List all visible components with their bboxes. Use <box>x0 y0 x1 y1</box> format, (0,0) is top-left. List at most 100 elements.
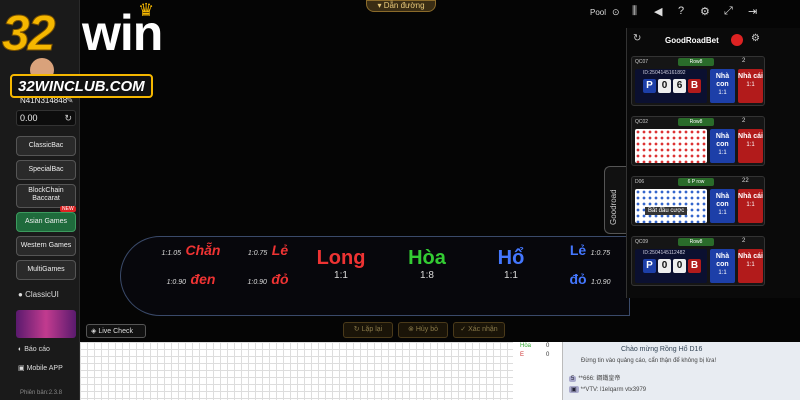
stat-e-label: E <box>520 352 525 358</box>
row-badge: 6 P row <box>678 178 714 186</box>
bet-do-left[interactable]: 1:0.90 đỏ <box>233 271 303 289</box>
clock-icon[interactable]: ⊙ <box>612 7 620 18</box>
chat-level-tag: 5 <box>569 376 577 382</box>
count: 2 <box>742 58 746 64</box>
long-label: Long <box>316 247 366 269</box>
bet-banker-button[interactable]: Nhà cái 1:1 <box>738 69 763 103</box>
sidebar-item-asian-games[interactable]: Asian Games <box>16 212 76 232</box>
score-screen: ID:2504145161892 P 0 6 B <box>635 69 707 103</box>
route-label: Dẫn đường <box>383 1 425 10</box>
expand-icon[interactable]: ⤢ <box>724 5 733 18</box>
game-screen: N41N314848 ✎ 0.00 ↻ ClassicBac SpecialBa… <box>0 0 800 400</box>
chart-icon[interactable]: ⫼ <box>632 5 637 18</box>
banker-label: B <box>688 79 701 93</box>
help-icon[interactable]: ? <box>678 5 684 17</box>
bet-player-button[interactable]: Nhà con 1:1 <box>710 189 735 223</box>
logout-icon[interactable]: ⇥ <box>748 5 757 18</box>
chat-avatar-icon: ▣ <box>569 386 579 393</box>
live-check-label: Live Check <box>98 328 133 335</box>
record-icon[interactable] <box>731 34 743 46</box>
goodroad-card[interactable]: QC07 Row8 2 ID:2504145161892 P 0 6 B Nhà… <box>631 56 765 106</box>
ho-label: Hổ <box>497 247 525 269</box>
hoa-ratio: 1:8 <box>420 270 434 281</box>
gear-icon[interactable]: ⚙ <box>700 5 710 18</box>
chan-label: Chẵn <box>185 242 221 258</box>
goodroad-tab[interactable]: Goodroad <box>604 166 626 234</box>
round-id: ID:2504145112482 <box>643 250 686 256</box>
banker-bet-label: Nhà cái <box>738 73 763 80</box>
row-badge: Row8 <box>678 58 714 66</box>
replay-button[interactable]: ↻ Lặp lại <box>343 322 393 338</box>
bet-banker-button[interactable]: Nhà cái 1:1 <box>738 249 763 283</box>
chat-notice: Đừng tin vào quảng cáo, cẩn thận để khôn… <box>581 358 717 364</box>
le-right-label: Lẻ <box>569 242 587 258</box>
logo-club: 32WINCLUB.COM <box>10 74 153 98</box>
chat-panel: Chào mừng Rồng Hổ D16 Đừng tin vào quảng… <box>562 342 800 400</box>
player-bet-ratio: 1:1 <box>718 90 727 96</box>
bottom-area: Hòa 0 E 0 Chào mừng Rồng Hổ D16 Đừng tin… <box>80 342 800 400</box>
player-bet-label: Nhà con <box>715 133 730 148</box>
banker-bet-label: Nhà cái <box>738 253 763 260</box>
table-code: QC07 <box>635 59 649 65</box>
route-button[interactable]: ▾ Dẫn đường <box>366 0 436 12</box>
balance-value: 0.00 <box>20 113 38 123</box>
bet-banker-button[interactable]: Nhà cái 1:1 <box>738 129 763 163</box>
chat-title: Chào mừng Rồng Hổ D16 <box>621 346 703 353</box>
goodroad-card[interactable]: D06 6 P row 22 Bắt đầu cược Nhà con 1:1 N… <box>631 176 765 226</box>
chat-message: 5 **666: 鋼鐵皇帝 <box>569 373 620 382</box>
sidebar-item-blockchain-baccarat[interactable]: BlockChain Baccarat <box>16 184 76 208</box>
player-bet-ratio: 1:1 <box>718 150 727 156</box>
count: 2 <box>742 118 746 124</box>
den-ratio: 1:0.90 <box>166 279 187 286</box>
le-right-ratio: 1:0.75 <box>590 250 611 257</box>
bet-ho[interactable]: Hổ 1:1 <box>473 247 549 281</box>
stat-e-value: 0 <box>546 352 550 358</box>
sidebar-item-classicbac[interactable]: ClassicBac <box>16 136 76 156</box>
banker-score: 0 <box>673 259 686 273</box>
sidebar-item-specialbac[interactable]: SpecialBac <box>16 160 76 180</box>
bet-long[interactable]: Long 1:1 <box>301 247 381 281</box>
bet-do-right[interactable]: đỏ 1:0.90 <box>553 271 627 289</box>
pool-label: Pool <box>590 8 607 17</box>
bet-le-left[interactable]: 1:0.75 Lẻ <box>233 242 303 260</box>
goodroad-card[interactable]: QC09 Row8 2 ID:2504145112482 P 0 0 B Nhà… <box>631 236 765 286</box>
bet-chan[interactable]: 1:1.05 Chẵn <box>151 242 231 260</box>
promo-banner[interactable] <box>16 310 76 338</box>
road-map <box>635 129 707 163</box>
sidebar-item-western-games[interactable]: Western Games <box>16 236 76 256</box>
bet-banker-button[interactable]: Nhà cái 1:1 <box>738 189 763 223</box>
classic-ui-toggle[interactable]: ● ClassicUI <box>18 290 59 299</box>
den-label: đen <box>190 271 216 287</box>
refresh-icon[interactable]: ↻ <box>64 113 72 124</box>
confirm-button[interactable]: ✓ Xác nhận <box>453 322 505 338</box>
bet-den[interactable]: 1:0.90 đen <box>151 271 231 289</box>
refresh-icon[interactable]: ↻ <box>633 33 641 44</box>
round-id: ID:2504145161892 <box>643 70 686 76</box>
gear-icon[interactable]: ⚙ <box>751 33 760 44</box>
bet-player-button[interactable]: Nhà con 1:1 <box>710 69 735 103</box>
bet-player-button[interactable]: Nhà con 1:1 <box>710 249 735 283</box>
chat-message-text: **666: 鋼鐵皇帝 <box>578 376 621 382</box>
bet-hoa[interactable]: Hòa 1:8 <box>389 247 465 281</box>
cancel-button[interactable]: ⊗ Hủy bỏ <box>398 322 448 338</box>
player-label: P <box>643 259 656 273</box>
mobile-app-link[interactable]: ▣ Mobile APP <box>18 364 63 372</box>
bet-le-right[interactable]: Lẻ 1:0.75 <box>553 242 627 260</box>
start-betting-text: Bắt đầu cược <box>645 207 688 215</box>
sidebar-item-multigames[interactable]: MultiGames <box>16 260 76 280</box>
road-map: Bắt đầu cược <box>635 189 707 223</box>
row-badge: Row8 <box>678 238 714 246</box>
hoa-label: Hòa <box>408 247 446 269</box>
live-check-button[interactable]: ◈ Live Check <box>86 324 146 338</box>
count: 2 <box>742 238 746 244</box>
count: 22 <box>742 178 749 184</box>
volume-icon[interactable]: ◀ <box>654 5 662 18</box>
table-code: QC02 <box>635 119 649 125</box>
goodroad-card[interactable]: QC02 Row8 2 Nhà con 1:1 Nhà cái 1:1 <box>631 116 765 166</box>
betting-table: 1:1.05 Chẵn 1:0.75 Lẻ 1:0.90 đen 1:0.90 … <box>120 236 630 316</box>
report-link[interactable]: ◐ Báo cáo <box>18 346 50 353</box>
bet-player-button[interactable]: Nhà con 1:1 <box>710 129 735 163</box>
banker-bet-ratio: 1:1 <box>746 262 755 268</box>
replay-label: Lặp lại <box>361 326 383 333</box>
confirm-label: Xác nhận <box>468 326 498 333</box>
